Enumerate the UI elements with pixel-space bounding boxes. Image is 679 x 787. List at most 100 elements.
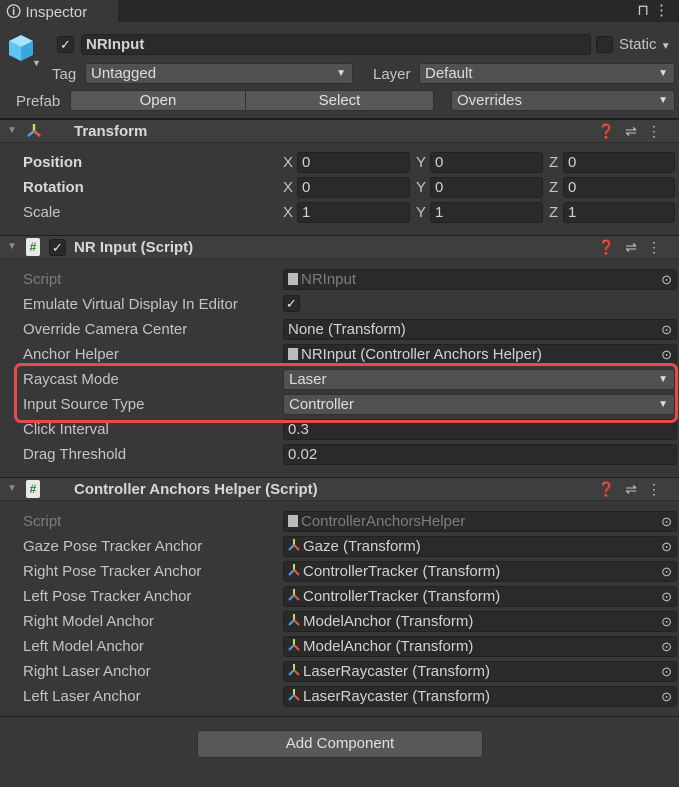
transform-icon [288,638,303,655]
object-picker-icon[interactable]: ⊙ [661,662,672,681]
preset-icon[interactable]: ⇌ [625,123,647,139]
preset-icon[interactable]: ⇌ [625,239,647,255]
axis-label-x[interactable]: X [283,179,293,196]
static-checkbox[interactable] [596,36,613,53]
help-icon[interactable]: ❓ [598,239,625,255]
axis-label-y[interactable]: Y [416,204,426,221]
tab-inspector[interactable]: 🛈 Inspector [0,0,118,23]
field-label: Override Camera Center [23,321,188,338]
object-field[interactable]: ModelAnchor (Transform) ⊙ [283,611,677,632]
prefab-overrides-dropdown[interactable]: Overrides ▼ [451,90,675,111]
gameobject-cube-icon[interactable] [8,34,34,62]
help-icon[interactable]: ❓ [598,123,625,139]
transform-y-field[interactable]: 1 [430,202,543,223]
transform-x-field[interactable]: 1 [297,202,410,223]
field-label: Emulate Virtual Display In Editor [23,296,238,313]
component-header-anchors[interactable]: ▼ # Controller Anchors Helper (Script) ❓⇌⋮ [0,477,679,501]
object-picker-icon[interactable]: ⊙ [661,512,672,531]
object-picker-icon[interactable]: ⊙ [661,537,672,556]
kebab-icon[interactable]: ⋮ [647,481,671,497]
transform-y-field[interactable]: 0 [430,152,543,173]
component-header-nrinput[interactable]: ▼ # ✓ NR Input (Script) ❓⇌⋮ [0,235,679,259]
kebab-icon[interactable]: ⋮ [647,239,671,255]
static-dropdown[interactable]: Static ▼ [619,36,671,53]
object-field[interactable]: None (Transform) ⊙ [283,319,677,340]
add-component-button[interactable]: Add Component [197,730,483,758]
transform-rotation-label: Rotation [23,179,84,196]
object-picker-icon[interactable]: ⊙ [661,612,672,631]
transform-icon [288,538,303,555]
field-label: Anchor Helper [23,346,119,363]
object-field[interactable]: LaserRaycaster (Transform) ⊙ [283,661,677,682]
transform-x-field[interactable]: 0 [297,177,410,198]
transform-icon [288,688,303,705]
transform-z-field[interactable]: 1 [563,202,675,223]
prefab-select-button[interactable]: Select [245,90,434,111]
divider [0,716,679,717]
object-field[interactable]: LaserRaycaster (Transform) ⊙ [283,686,677,707]
object-picker-icon[interactable]: ⊙ [661,320,672,339]
info-icon: 🛈 [6,4,22,21]
axis-label-x[interactable]: X [283,204,293,221]
field-label: Click Interval [23,421,109,438]
component-enabled-checkbox[interactable]: ✓ [49,239,66,256]
script-icon: # [26,238,40,256]
axis-label-z[interactable]: Z [549,204,558,221]
transform-icon [288,588,303,605]
transform-z-field[interactable]: 0 [563,152,675,173]
field-label: Drag Threshold [23,446,127,463]
transform-scale-label: Scale [23,204,61,221]
axis-label-y[interactable]: Y [416,154,426,171]
transform-icon [288,663,303,680]
object-field: ControllerAnchorsHelper ⊙ [283,511,677,532]
prefab-open-button[interactable]: Open [70,90,246,111]
script-icon [288,515,298,527]
object-picker-icon[interactable]: ⊙ [661,687,672,706]
component-header-transform[interactable]: ▼ Transform ❓⇌⋮ [0,119,679,143]
transform-position-label: Position [23,154,83,171]
highlight-box [14,363,678,423]
axis-label-x[interactable]: X [283,154,293,171]
number-field[interactable]: 0.02 [283,444,677,465]
object-picker-icon[interactable]: ⊙ [661,562,672,581]
field-label: Script [23,513,62,530]
active-checkbox[interactable]: ✓ [57,36,74,53]
object-field[interactable]: NRInput (Controller Anchors Helper) ⊙ [283,344,677,365]
field-label: Script [23,271,62,288]
icon-dropdown-arrow[interactable]: ▼ [32,58,41,68]
help-icon[interactable]: ❓ [598,481,625,497]
kebab-icon[interactable]: ⋮ [647,123,671,139]
preset-icon[interactable]: ⇌ [625,481,647,497]
layer-dropdown[interactable]: Default ▼ [419,63,675,84]
transform-icon [26,123,42,143]
axis-label-y[interactable]: Y [416,179,426,196]
transform-icon [288,563,303,580]
axis-label-z[interactable]: Z [549,154,558,171]
field-label: Right Pose Tracker Anchor [23,563,202,580]
object-name-input[interactable]: NRInput [81,34,591,55]
tag-dropdown[interactable]: Untagged ▼ [85,63,353,84]
kebab-icon[interactable]: ⋮ [654,1,669,19]
transform-icon [288,613,303,630]
field-label: Gaze Pose Tracker Anchor [23,538,203,555]
object-field[interactable]: ModelAnchor (Transform) ⊙ [283,636,677,657]
axis-label-z[interactable]: Z [549,179,558,196]
object-picker-icon[interactable]: ⊙ [661,345,672,364]
foldout-arrow-icon[interactable]: ▼ [7,483,17,494]
object-picker-icon[interactable]: ⊙ [661,270,672,289]
script-icon [288,348,298,360]
lock-icon[interactable]: ⊓ [637,1,649,19]
object-field[interactable]: ControllerTracker (Transform) ⊙ [283,586,677,607]
transform-z-field[interactable]: 0 [563,177,675,198]
object-picker-icon[interactable]: ⊙ [661,587,672,606]
object-field[interactable]: Gaze (Transform) ⊙ [283,536,677,557]
script-icon [288,273,298,285]
field-label: Left Pose Tracker Anchor [23,588,192,605]
object-field[interactable]: ControllerTracker (Transform) ⊙ [283,561,677,582]
foldout-arrow-icon[interactable]: ▼ [7,241,17,252]
object-picker-icon[interactable]: ⊙ [661,637,672,656]
transform-y-field[interactable]: 0 [430,177,543,198]
transform-x-field[interactable]: 0 [297,152,410,173]
foldout-arrow-icon[interactable]: ▼ [7,125,17,136]
checkbox[interactable]: ✓ [283,295,300,312]
